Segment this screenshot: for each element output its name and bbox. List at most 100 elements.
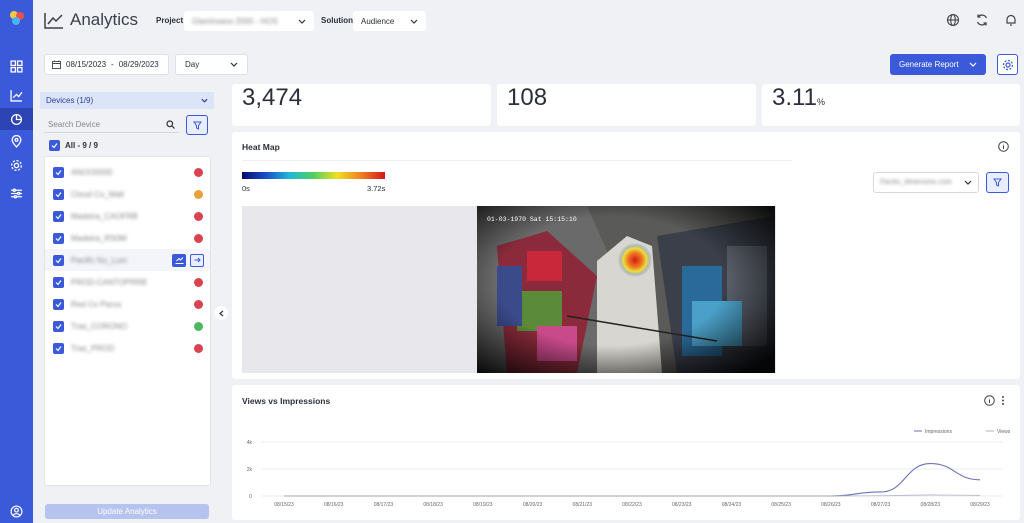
device-search[interactable]: Search Device (44, 117, 179, 133)
status-dot (194, 321, 203, 331)
solution-select[interactable]: Audience (353, 11, 426, 31)
divider (242, 160, 792, 161)
chevron-down-icon (298, 19, 306, 24)
device-analytics-icon[interactable] (172, 253, 186, 267)
project-select[interactable]: Glamhoano 2000 - HOS (184, 11, 314, 31)
nav-rail (0, 0, 33, 523)
select-all-label: All - 9 / 9 (65, 141, 98, 150)
more-vertical-icon[interactable] (999, 395, 1007, 406)
checkbox-checked-icon[interactable] (53, 276, 64, 288)
device-name: Tras_CORONO (71, 321, 128, 331)
heatmap-device-select[interactable]: Pacific_Mnemonic.com (873, 172, 979, 193)
checkbox-checked-icon[interactable] (53, 166, 64, 178)
refresh-icon[interactable] (975, 13, 989, 27)
project-label: Project (156, 16, 184, 25)
device-row[interactable]: Tras_CORONO (45, 315, 210, 337)
dashboard-icon[interactable] (0, 55, 33, 77)
update-analytics-button[interactable]: Update Analytics (45, 504, 209, 519)
camera-timestamp: 01-03-1970 Sat 15:15:10 (487, 216, 577, 223)
generate-report-label: Generate Report (899, 60, 959, 69)
x-tick-label: 08/27/23 (871, 502, 891, 508)
sliders-icon[interactable] (0, 182, 33, 204)
checkbox-checked-icon[interactable] (53, 342, 64, 354)
report-settings-button[interactable] (997, 54, 1018, 75)
device-filter-button[interactable] (186, 115, 208, 135)
x-tick-label: 08/22/23 (622, 502, 642, 508)
views-impressions-card: Views vs Impressions 4k 2k 0 08/15/23 08/16/… (232, 385, 1020, 520)
heatmap-view: 01-03-1970 Sat 15:15:10 (242, 206, 776, 373)
checkbox-checked-icon[interactable] (49, 140, 60, 151)
x-tick-label: 08/17/23 (374, 502, 394, 508)
user-account-icon[interactable] (0, 500, 33, 522)
top-header: Analytics Project Glamhoano 2000 - HOS S… (33, 0, 1024, 44)
x-tick-label: 08/28/23 (921, 502, 941, 508)
heatmap-card: Heat Map 0s 3.72s Pacific_Mnemonic.com 0… (232, 132, 1020, 379)
checkbox-checked-icon[interactable] (53, 254, 64, 266)
device-row[interactable]: Madeira_RS0M (45, 227, 210, 249)
x-tick-label: 08/21/23 (573, 502, 593, 508)
checkbox-checked-icon[interactable] (53, 320, 64, 332)
y-tick-label: 2k (247, 467, 253, 473)
search-placeholder: Search Device (48, 120, 101, 129)
date-range-picker[interactable]: 08/15/2023 - 08/29/2023 (44, 54, 169, 75)
solution-label: Solution (321, 16, 353, 25)
x-tick-label: 08/29/23 (970, 502, 990, 508)
arrow-right-icon[interactable] (190, 253, 204, 267)
checkbox-checked-icon[interactable] (53, 232, 64, 244)
devices-panel: Devices (1/9) Search Device All - 9 / 9 … (38, 92, 214, 523)
page-title-group: Analytics (44, 10, 138, 30)
status-dot (194, 299, 203, 309)
audience-icon[interactable] (0, 108, 33, 130)
chevron-down-icon (410, 19, 418, 24)
devices-header[interactable]: Devices (1/9) (40, 92, 214, 109)
views-stat-card: 3,474 (232, 84, 491, 126)
analytics-icon[interactable] (0, 84, 33, 106)
device-row[interactable]: Red Co Parus (45, 293, 210, 315)
collapse-panel-button[interactable] (214, 306, 228, 320)
heatmap-legend-gradient (242, 172, 385, 179)
chevron-left-icon (218, 310, 223, 316)
bell-icon[interactable] (1004, 13, 1018, 27)
gear-icon (1002, 59, 1013, 70)
checkbox-checked-icon[interactable] (53, 210, 64, 222)
calendar-icon (52, 60, 61, 69)
toolbar: 08/15/2023 - 08/29/2023 Day Generate Rep… (33, 44, 1024, 84)
legend-max: 3.72s (367, 184, 386, 193)
location-icon[interactable] (0, 130, 33, 152)
granularity-select[interactable]: Day (175, 54, 248, 75)
device-row[interactable]: Pacific No_Lum (45, 249, 210, 271)
globe-icon[interactable] (946, 13, 960, 27)
analytics-title-icon (44, 12, 63, 29)
device-name: PROD-CANTOPRRB (71, 277, 147, 287)
device-row[interactable]: Madeira_CAOFRB (45, 205, 210, 227)
views-impressions-chart: 4k 2k 0 08/15/23 08/16/23 08/17/23 08/18/23 08/… (247, 429, 1011, 508)
x-tick-label: 08/19/23 (473, 502, 493, 508)
rate-value: 3.11 (772, 84, 817, 111)
checkbox-checked-icon[interactable] (53, 188, 64, 200)
checkbox-checked-icon[interactable] (53, 298, 64, 310)
device-name: Tras_PROD (71, 343, 115, 353)
date-start: 08/15/2023 (66, 60, 107, 69)
camera-frame: 01-03-1970 Sat 15:15:10 (477, 206, 775, 373)
device-row[interactable]: ANOO0000 (45, 161, 210, 183)
settings-icon[interactable] (0, 154, 33, 176)
y-tick-label: 0 (249, 494, 252, 500)
device-row[interactable]: Tras_PROD (45, 337, 210, 359)
project-value: Glamhoano 2000 - HOS (192, 16, 278, 26)
device-name: Cloud Co_Malt (71, 189, 124, 199)
device-list: ANOO0000 Cloud Co_Malt Madeira_CAOFRB Ma… (44, 156, 211, 486)
heatmap-filter-button[interactable] (986, 172, 1009, 193)
filter-icon (192, 121, 202, 130)
generate-report-button[interactable]: Generate Report (890, 54, 986, 75)
select-all-row[interactable]: All - 9 / 9 (49, 140, 98, 151)
page-title: Analytics (70, 10, 139, 29)
device-name: Red Co Parus (71, 299, 122, 309)
date-separator: - (111, 60, 114, 69)
status-dot (194, 277, 203, 287)
info-icon[interactable] (984, 395, 995, 406)
app-logo (10, 11, 24, 25)
info-icon[interactable] (998, 141, 1009, 152)
device-row[interactable]: Cloud Co_Malt (45, 183, 210, 205)
device-row[interactable]: PROD-CANTOPRRB (45, 271, 210, 293)
devices-header-label: Devices (1/9) (46, 96, 94, 105)
